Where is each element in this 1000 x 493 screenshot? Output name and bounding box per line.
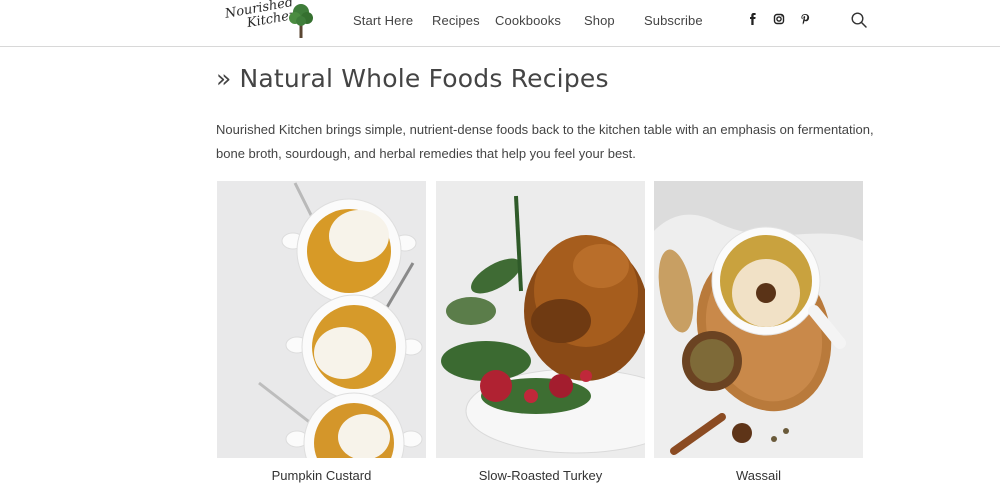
title-text: Natural Whole Foods Recipes <box>239 64 609 93</box>
facebook-icon[interactable] <box>746 12 760 26</box>
pinterest-icon[interactable] <box>798 12 812 26</box>
intro-paragraph: Nourished Kitchen brings simple, nutrien… <box>216 122 874 161</box>
nav-cookbooks[interactable]: Cookbooks <box>495 13 561 28</box>
site-logo[interactable]: Nourished Kitchen <box>224 0 316 44</box>
recipe-card-wassail[interactable]: Wassail <box>654 181 863 483</box>
recipe-card-slow-roasted-turkey[interactable]: Slow-Roasted Turkey <box>436 181 645 483</box>
title-prefix: » <box>216 64 232 93</box>
page-title: » Natural Whole Foods Recipes <box>216 64 609 93</box>
recipe-image-pumpkin-custard[interactable] <box>217 181 426 458</box>
recipe-card-pumpkin-custard[interactable]: Pumpkin Custard <box>217 181 426 483</box>
recipe-caption[interactable]: Wassail <box>654 468 863 483</box>
nav-subscribe[interactable]: Subscribe <box>644 13 703 28</box>
nav-shop[interactable]: Shop <box>584 13 615 28</box>
recipe-image-slow-roasted-turkey[interactable] <box>436 181 645 458</box>
recipe-caption[interactable]: Pumpkin Custard <box>217 468 426 483</box>
instagram-icon[interactable] <box>772 12 786 26</box>
nav-start-here[interactable]: Start Here <box>353 13 413 28</box>
recipe-image-wassail[interactable] <box>654 181 863 458</box>
site-header: Nourished Kitchen Start Here Recipes Coo… <box>0 0 1000 47</box>
search-icon[interactable] <box>850 11 868 29</box>
tree-icon <box>289 4 313 38</box>
recipe-caption[interactable]: Slow-Roasted Turkey <box>436 468 645 483</box>
nav-recipes[interactable]: Recipes <box>432 13 480 28</box>
